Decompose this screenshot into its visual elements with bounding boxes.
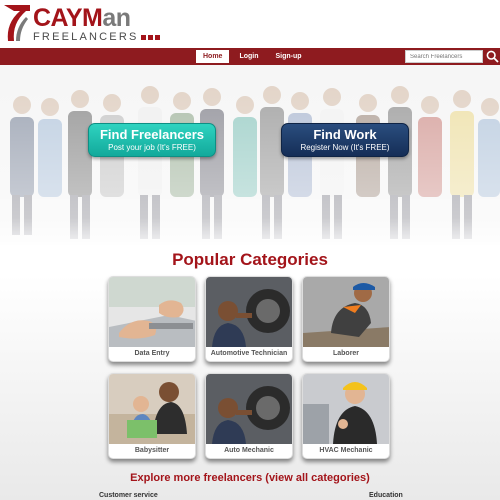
flag-icon [4, 5, 30, 43]
auto-mechanic-image [206, 374, 292, 444]
category-label: Laborer [332, 350, 360, 357]
footer-customer-service-heading: Customer service [99, 492, 158, 499]
category-card-laborer[interactable]: Laborer [302, 276, 390, 362]
find-freelancers-subtitle: Post your job (It's FREE) [108, 143, 196, 152]
data-entry-image [109, 277, 195, 347]
category-card-hvac-mechanic[interactable]: HVAC Mechanic [302, 373, 390, 459]
search-icon [486, 50, 499, 63]
brand-tagline: FREELANCERS [33, 30, 139, 43]
category-card-automotive-technician[interactable]: Automotive Technician [205, 276, 293, 362]
main-nav: Home Login Sign-up [0, 48, 500, 65]
find-work-title: Find Work [313, 127, 377, 142]
category-card-auto-mechanic[interactable]: Auto Mechanic [205, 373, 293, 459]
babysitter-image [109, 374, 195, 444]
explore-more-link[interactable]: Explore more freelancers (view all categ… [0, 472, 500, 484]
categories-title: Popular Categories [172, 250, 328, 269]
brand-logo[interactable]: CAYMan FREELANCERS [4, 4, 160, 44]
category-card-data-entry[interactable]: Data Entry [108, 276, 196, 362]
category-label: Babysitter [134, 447, 170, 454]
find-work-subtitle: Register Now (It's FREE) [300, 143, 390, 152]
find-freelancers-title: Find Freelancers [99, 127, 205, 142]
hvac-mechanic-image [303, 374, 389, 444]
site-header: CAYMan FREELANCERS [0, 0, 500, 48]
nav-login[interactable]: Login [232, 50, 265, 63]
find-work-button[interactable]: Find Work Register Now (It's FREE) [281, 123, 409, 157]
category-label: Automotive Technician [210, 350, 288, 357]
brand-name: CAYMan [33, 3, 131, 32]
category-label: HVAC Mechanic [319, 447, 373, 454]
nav-signup[interactable]: Sign-up [269, 50, 309, 63]
footer-education-heading: Education [369, 492, 403, 499]
search-input[interactable] [405, 50, 483, 63]
search-button[interactable] [485, 49, 499, 63]
laborer-image [303, 277, 389, 347]
hero-banner: Find Freelancers Post your job (It's FRE… [0, 65, 500, 245]
nav-home[interactable]: Home [196, 50, 230, 63]
category-card-babysitter[interactable]: Babysitter [108, 373, 196, 459]
category-label: Data Entry [134, 350, 170, 357]
automotive-technician-image [206, 277, 292, 347]
find-freelancers-button[interactable]: Find Freelancers Post your job (It's FRE… [88, 123, 216, 157]
category-label: Auto Mechanic [224, 447, 274, 454]
